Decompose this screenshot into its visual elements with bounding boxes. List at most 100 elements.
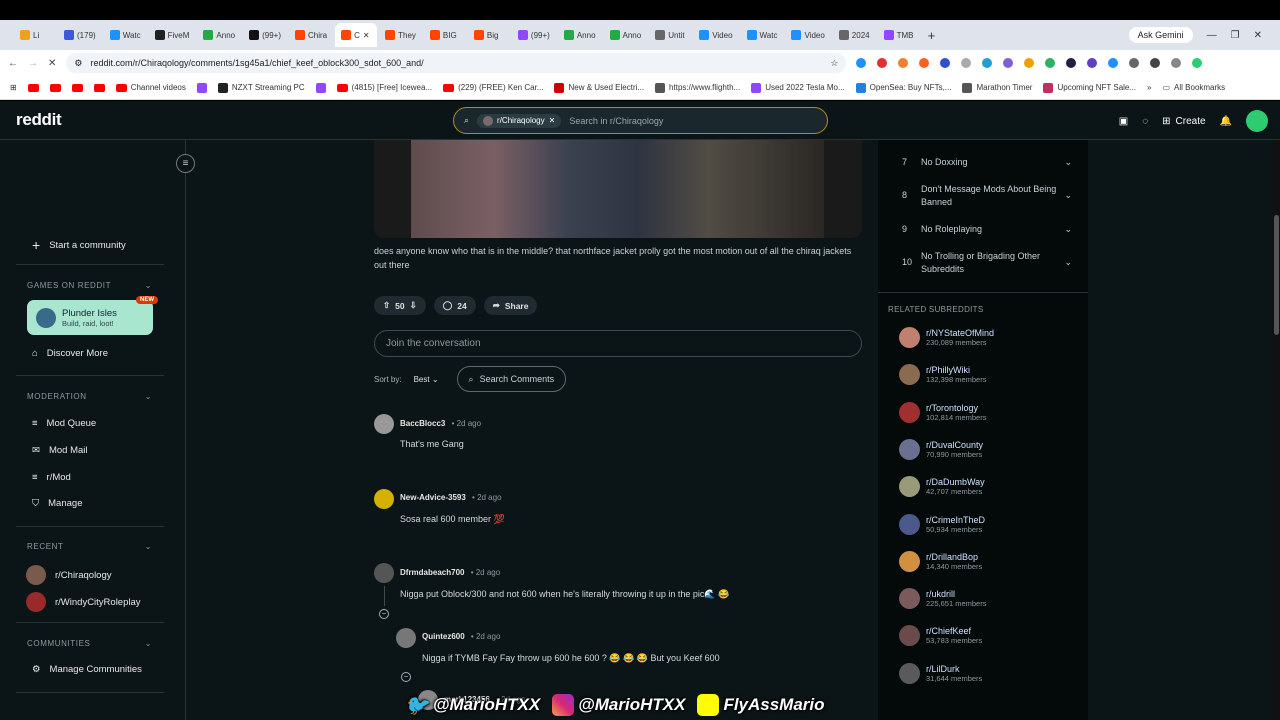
bookmark-item[interactable] — [196, 82, 207, 93]
post-image[interactable] — [374, 140, 862, 238]
sort-dropdown[interactable]: Best ⌄ — [414, 375, 439, 384]
collapse-thread-icon[interactable]: − — [379, 609, 389, 619]
related-subreddit-item[interactable]: r/LilDurk 31,644 members — [899, 662, 982, 684]
sidebar-collapse-button[interactable]: ≡ — [176, 154, 195, 173]
related-subreddit-item[interactable]: r/ChiefKeef 53,783 members — [899, 625, 982, 647]
browser-tab[interactable]: TMB — [878, 23, 920, 47]
scrollbar-thumb[interactable] — [1274, 215, 1279, 335]
browser-tab[interactable]: (99+) — [243, 23, 287, 47]
sidebar-item-mod-queue[interactable]: ≡ Mod Queue — [32, 418, 96, 429]
bookmark-item[interactable]: Marathon Timer — [962, 82, 1032, 93]
all-bookmarks-folder[interactable]: ▭ All Bookmarks — [1162, 83, 1225, 92]
upvote-icon[interactable]: ⇧ — [383, 300, 390, 311]
browser-tab[interactable]: Watc — [741, 23, 784, 47]
chip-close-icon[interactable]: ✕ — [549, 116, 556, 125]
browser-tab[interactable]: 2024 — [833, 23, 876, 47]
start-community-link[interactable]: + Start a community — [32, 237, 126, 253]
browser-tab[interactable]: Chira — [289, 23, 333, 47]
related-subreddit-item[interactable]: r/NYStateOfMind 230,089 members — [899, 327, 994, 348]
browser-tab[interactable]: Video — [785, 23, 830, 47]
extension-icon[interactable] — [1150, 58, 1161, 68]
bookmark-item[interactable]: (229) (FREE) Ken Car... — [443, 83, 543, 92]
browser-tab[interactable]: (99+) — [512, 23, 556, 47]
create-button[interactable]: ⊞ Create — [1162, 116, 1205, 127]
apps-grid-icon[interactable]: ⊞ — [10, 83, 17, 92]
bookmark-item[interactable]: New & Used Electri... — [554, 82, 644, 93]
recent-section-header[interactable]: RECENT ⌄ — [27, 542, 152, 551]
bookmark-item[interactable] — [27, 83, 39, 92]
browser-tab[interactable]: Anno — [197, 23, 241, 47]
avatar[interactable] — [396, 628, 416, 648]
extension-icon[interactable] — [1087, 58, 1098, 68]
chat-icon[interactable]: ◌ — [1142, 116, 1148, 127]
close-window-icon[interactable]: ✕ — [1254, 30, 1262, 41]
moderation-section-header[interactable]: MODERATION ⌄ — [27, 392, 152, 401]
restore-icon[interactable]: ❐ — [1231, 30, 1240, 41]
related-subreddit-item[interactable]: r/DrillandBop 14,340 members — [899, 550, 982, 572]
bookmark-item[interactable]: Upcoming NFT Sale... — [1043, 82, 1136, 93]
downvote-icon[interactable]: ⇩ — [410, 300, 417, 311]
rule-item[interactable]: 9 No Roleplaying ⌄ — [902, 223, 1072, 236]
browser-tab[interactable]: Li — [14, 23, 56, 47]
browser-tab[interactable]: Video — [693, 23, 738, 47]
extension-icon[interactable] — [856, 58, 867, 68]
extension-icon[interactable] — [1129, 58, 1140, 68]
browser-tab[interactable]: Watc — [104, 23, 147, 47]
extension-icon[interactable] — [1066, 58, 1077, 68]
new-tab-button[interactable]: + — [928, 28, 936, 43]
extension-icon[interactable] — [1045, 58, 1056, 68]
bookmark-item[interactable]: Channel videos — [115, 83, 186, 92]
recent-item-windycityroleplay[interactable]: r/WindyCityRoleplay — [26, 592, 141, 612]
related-subreddit-item[interactable]: r/PhillyWiki 132,398 members — [899, 364, 986, 386]
browser-tab[interactable]: Untit — [649, 23, 691, 47]
join-conversation-input[interactable]: Join the conversation — [374, 330, 862, 357]
extension-icon[interactable] — [1003, 58, 1014, 68]
bookmark-item[interactable]: OpenSea: Buy NFTs,... — [855, 82, 951, 93]
bookmark-item[interactable] — [93, 83, 105, 92]
bookmark-item[interactable]: (4815) [Free] Icewea... — [336, 83, 432, 92]
notifications-icon[interactable]: 🔔 — [1220, 116, 1232, 127]
rule-item[interactable]: 7 No Doxxing ⌄ — [902, 156, 1072, 169]
ask-gemini-button[interactable]: Ask Gemini — [1128, 27, 1193, 43]
bookmark-item[interactable] — [71, 83, 83, 92]
back-icon[interactable]: ← — [8, 58, 18, 69]
comment-author[interactable]: BaccBlocc3 • 2d ago — [400, 419, 481, 428]
browser-tab[interactable]: Big — [468, 23, 510, 47]
related-subreddit-item[interactable]: r/DuvalCounty 70,990 members — [899, 438, 983, 460]
collapse-thread-icon[interactable]: − — [401, 672, 411, 682]
communities-section-header[interactable]: COMMUNITIES ⌄ — [27, 639, 152, 648]
sidebar-item-r-mod[interactable]: ≡ r/Mod — [32, 472, 71, 483]
user-avatar[interactable] — [1246, 110, 1268, 132]
related-subreddit-item[interactable]: r/CrimeInTheD 50,934 members — [899, 513, 985, 535]
plunder-isles-card[interactable]: Plunder Isles Build, raid, loot! NEW — [27, 296, 158, 335]
rule-item[interactable]: 8 Don't Message Mods About Being Banned … — [902, 183, 1072, 209]
manage-communities-link[interactable]: ⚙ Manage Communities — [32, 664, 142, 675]
comment-author[interactable]: Dfrmdabeach700 • 2d ago — [400, 568, 500, 577]
bookmark-item[interactable] — [315, 82, 326, 93]
forward-icon[interactable]: → — [28, 58, 38, 69]
related-subreddit-item[interactable]: r/Torontology 102,814 members — [899, 401, 986, 423]
reddit-logo[interactable]: reddit — [16, 110, 62, 130]
related-subreddit-item[interactable]: r/ukdrill 225,651 members — [899, 588, 986, 610]
search-bar[interactable]: ⌕ r/Chiraqology ✕ Search in r/Chiraqolog… — [453, 107, 828, 134]
more-bookmarks-icon[interactable]: » — [1147, 83, 1151, 92]
profile-icon[interactable] — [1192, 58, 1203, 68]
bookmark-item[interactable] — [49, 83, 61, 92]
avatar[interactable] — [374, 489, 394, 509]
avatar[interactable] — [374, 563, 394, 583]
share-button[interactable]: ➦ Share — [483, 296, 538, 315]
browser-tab[interactable]: They — [379, 23, 422, 47]
browser-tab[interactable]: FiveM — [149, 23, 196, 47]
search-input[interactable]: Search in r/Chiraqology — [569, 116, 663, 126]
comments-button[interactable]: ◯ 24 — [433, 296, 476, 315]
extension-icon[interactable] — [1108, 58, 1119, 68]
browser-tab[interactable]: BIG — [424, 23, 466, 47]
minimize-icon[interactable]: — — [1207, 30, 1217, 41]
bookmark-star-icon[interactable]: ☆ — [830, 58, 838, 69]
browser-tab[interactable]: Anno — [558, 23, 602, 47]
games-section-header[interactable]: GAMES ON REDDIT ⌄ — [27, 281, 152, 290]
extension-icon[interactable] — [1171, 58, 1182, 68]
extension-icon[interactable] — [877, 58, 888, 68]
avatar[interactable] — [374, 414, 394, 434]
sidebar-item-mod-mail[interactable]: ✉ Mod Mail — [32, 445, 88, 456]
